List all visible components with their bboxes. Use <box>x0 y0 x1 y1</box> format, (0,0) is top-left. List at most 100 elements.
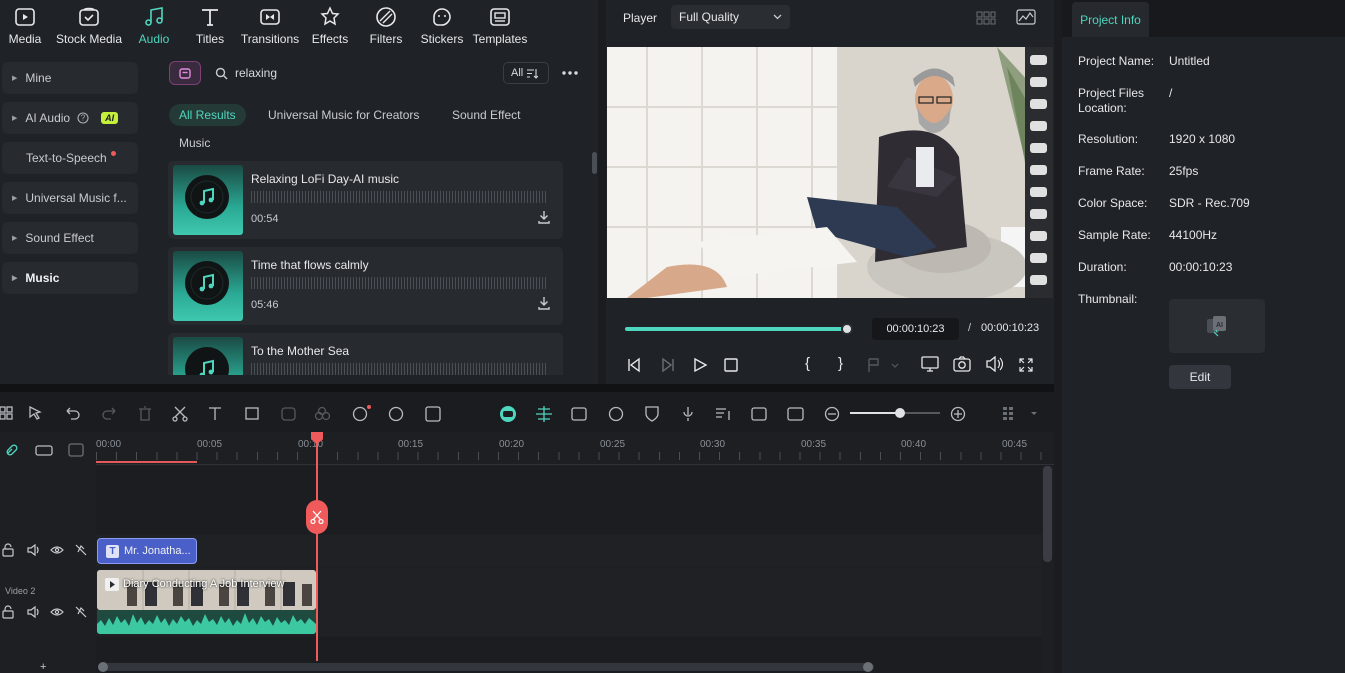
player-label: Player <box>623 11 658 25</box>
edit-thumbnail-button[interactable]: Edit <box>1169 365 1231 389</box>
sidebar-item-label: Mine <box>25 71 52 85</box>
tab-stickers[interactable]: Stickers <box>420 0 464 52</box>
project-info-panel: Project Info Project Name: Untitled Proj… <box>1062 0 1345 673</box>
filter-universal-music[interactable]: Universal Music for Creators <box>258 104 429 126</box>
ruler-tick-label: 00:15 <box>398 439 424 450</box>
download-icon[interactable] <box>537 296 551 310</box>
music-note-icon <box>145 7 163 26</box>
scrollbar-left-handle[interactable] <box>98 662 108 672</box>
mark-out-icon[interactable]: } <box>838 355 843 372</box>
sidebar-item-ai-audio[interactable]: ▶ AI Audio ? AI <box>2 102 138 134</box>
add-track-icon[interactable]: + <box>40 661 46 673</box>
playback-scrubber-handle[interactable] <box>840 323 853 335</box>
volume-icon <box>27 605 39 619</box>
sidebar-item-label: Sound Effect <box>25 231 94 245</box>
quality-value: Full Quality <box>679 10 740 24</box>
sidebar-item-music[interactable]: ▶ Music <box>2 262 138 294</box>
filter-icon <box>527 68 539 79</box>
title-clip[interactable]: T Mr. Jonatha... <box>97 538 197 564</box>
scrollbar-right-handle[interactable] <box>863 662 873 672</box>
track-card[interactable]: To the Mother Sea <box>168 333 563 375</box>
filter-sound-effect[interactable]: Sound Effect <box>442 104 531 126</box>
volume-icon[interactable] <box>985 356 1003 372</box>
crop-icon <box>245 407 259 420</box>
info-label: Project Files <box>1078 86 1145 100</box>
audio-edit-icon <box>716 408 730 420</box>
work-area-range <box>96 461 197 463</box>
effects-icon <box>320 6 340 26</box>
timeline-horizontal-scrollbar[interactable] <box>98 663 874 671</box>
audio-waveform-clip[interactable] <box>97 610 316 634</box>
thumbnail-preview[interactable]: AI <box>1169 299 1265 353</box>
time-ruler[interactable]: 00:00 00:05 00:10 00:15 00:20 00:25 00:3… <box>96 432 1054 465</box>
grid-view-icon[interactable] <box>976 10 996 25</box>
stop-icon[interactable] <box>723 357 739 373</box>
hide-track-icon <box>75 544 87 556</box>
fullscreen-icon[interactable] <box>1018 357 1034 373</box>
empty-track-lane[interactable] <box>96 466 1042 534</box>
vinyl-music-icon <box>185 261 229 305</box>
title-track-lane[interactable] <box>96 535 1042 567</box>
tab-effects[interactable]: Effects <box>310 0 350 52</box>
sidebar-item-sound-effect[interactable]: ▶ Sound Effect <box>2 222 138 254</box>
tab-label: Effects <box>311 32 349 46</box>
zoom-slider-handle[interactable] <box>894 408 905 418</box>
ruler-tick-label: 00:05 <box>197 439 223 450</box>
track-card[interactable]: Relaxing LoFi Day-AI music 00:54 <box>168 161 563 239</box>
expand-arrow-icon: ▶ <box>12 275 18 282</box>
ruler-tick-label: 00:35 <box>801 439 827 450</box>
sidebar-item-universal-music[interactable]: ▶ Universal Music f... <box>2 182 138 214</box>
scopes-icon[interactable] <box>1016 9 1036 25</box>
mark-in-icon[interactable]: { <box>805 355 810 372</box>
track-waveform <box>251 277 547 289</box>
help-icon[interactable]: ? <box>77 112 89 124</box>
filter-all-results[interactable]: All Results <box>169 104 246 126</box>
chevron-down-icon <box>773 14 782 20</box>
library-scrollbar[interactable] <box>592 152 597 174</box>
track-card[interactable]: Time that flows calmly 05:46 <box>168 247 563 325</box>
ruler-tick-label: 00:20 <box>499 439 525 450</box>
previous-frame-icon[interactable] <box>626 357 642 373</box>
snapshot-camera-icon[interactable] <box>953 356 971 372</box>
play-icon[interactable] <box>692 357 708 373</box>
video-frame-image <box>607 47 1053 298</box>
next-track-lane[interactable] <box>96 637 1042 661</box>
info-label: Duration: <box>1078 260 1127 274</box>
store-button[interactable] <box>169 61 201 85</box>
tab-stock-media[interactable]: Stock Media <box>54 0 124 52</box>
resolution-value: 1920 x 1080 <box>1169 132 1236 146</box>
marker-dropdown-icon[interactable] <box>866 357 900 373</box>
eye-icon <box>50 546 64 554</box>
playback-progress-track[interactable] <box>625 327 849 331</box>
quality-dropdown[interactable]: Full Quality <box>671 5 790 29</box>
tab-titles[interactable]: Titles <box>190 0 230 52</box>
tab-audio[interactable]: Audio <box>134 0 174 52</box>
info-label: Color Space: <box>1078 196 1148 210</box>
expand-arrow-icon: ▶ <box>12 75 18 82</box>
video-clip[interactable]: Diary Conducting A Job Interview <box>97 570 316 610</box>
tab-transitions[interactable]: Transitions <box>240 0 300 52</box>
tab-project-info[interactable]: Project Info <box>1072 2 1149 37</box>
media-icon <box>15 8 35 26</box>
expand-arrow-icon: ▶ <box>12 235 18 242</box>
download-icon[interactable] <box>537 210 551 224</box>
next-frame-icon[interactable] <box>660 357 676 373</box>
more-options-icon[interactable] <box>561 70 579 76</box>
playhead-line[interactable] <box>316 432 318 673</box>
video-preview[interactable] <box>607 47 1053 298</box>
display-settings-icon[interactable] <box>921 356 939 373</box>
sidebar-item-text-to-speech[interactable]: Text-to-Speech <box>2 142 138 174</box>
tab-templates[interactable]: Templates <box>472 0 528 52</box>
timeline-vertical-scrollbar[interactable] <box>1043 466 1052 562</box>
split-playhead-button[interactable] <box>306 500 328 534</box>
sidebar-item-mine[interactable]: ▶ Mine <box>2 62 138 94</box>
translate-icon <box>425 406 441 422</box>
track-thumbnail <box>173 251 243 321</box>
search-input[interactable]: relaxing <box>235 66 277 80</box>
current-time-field[interactable]: 00:00:10:23 <box>872 318 959 340</box>
total-time: 00:00:10:23 <box>981 322 1040 334</box>
speed-icon <box>388 406 404 422</box>
tab-media[interactable]: Media <box>4 0 46 52</box>
tab-filters[interactable]: Filters <box>366 0 406 52</box>
filter-dropdown[interactable]: All <box>503 62 549 84</box>
